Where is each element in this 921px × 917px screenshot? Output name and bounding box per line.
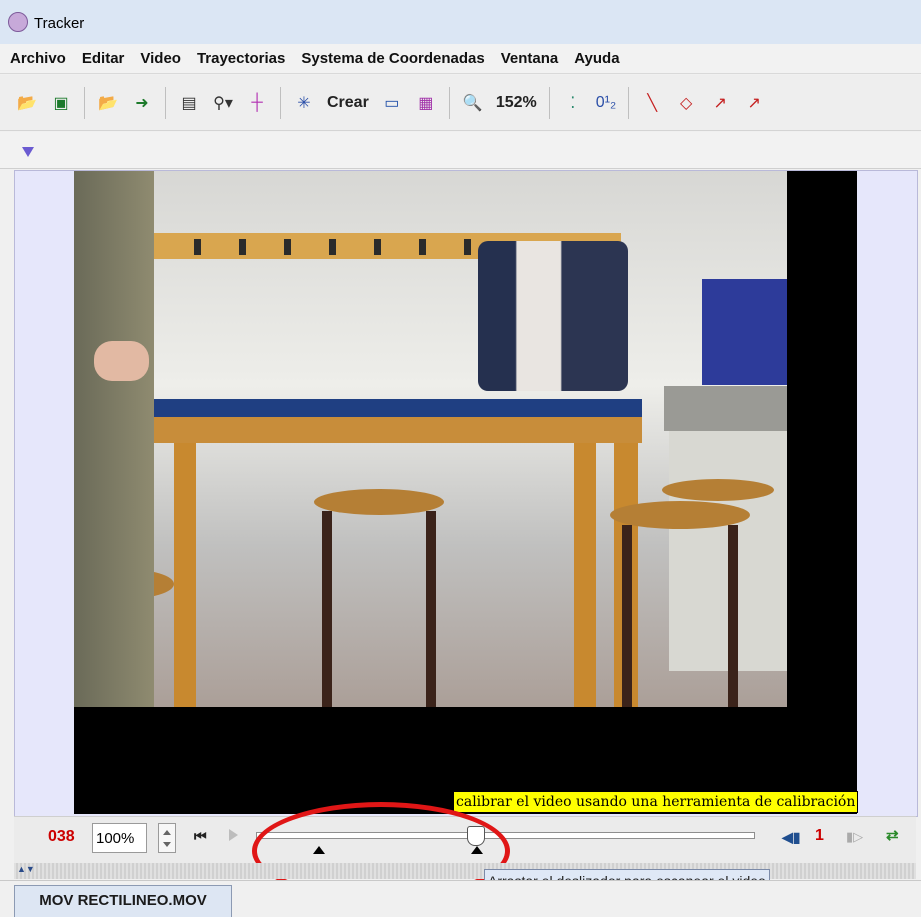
hook: [239, 239, 246, 255]
calibration-tool-icon[interactable]: ⚲▾: [210, 90, 236, 116]
open-folder-icon[interactable]: 📂: [14, 90, 40, 116]
stool-seat: [314, 489, 444, 515]
step-size[interactable]: 1: [815, 827, 824, 845]
rate-spinner[interactable]: [158, 823, 176, 853]
video-frame-image: [74, 171, 787, 707]
playback-rate-field[interactable]: 100%: [92, 823, 147, 853]
toolbar-separator: [628, 86, 630, 119]
frame-number[interactable]: 038: [48, 828, 75, 846]
loop-icon[interactable]: ⇄: [886, 826, 899, 844]
tab-file[interactable]: MOV RECTILINEO.MOV: [14, 885, 232, 917]
calibration-tooltip: calibrar el video usando una herramienta…: [453, 791, 859, 813]
hook: [329, 239, 336, 255]
secondary-bar: [0, 132, 921, 169]
stool-leg: [426, 511, 436, 707]
menu-archivo[interactable]: Archivo: [10, 50, 66, 67]
save-icon[interactable]: ▣: [48, 90, 74, 116]
table-leg: [574, 443, 596, 707]
step-back-icon[interactable]: ◀▮: [782, 829, 800, 846]
panel-splitter[interactable]: [14, 863, 916, 879]
import-icon[interactable]: ➜: [129, 90, 155, 116]
hook: [464, 239, 471, 255]
hook: [194, 239, 201, 255]
stool-seat: [662, 479, 774, 501]
step-forward-icon[interactable]: ▮▷: [846, 829, 863, 845]
magnifier-icon[interactable]: 🔍: [460, 90, 486, 116]
stool-leg: [322, 511, 332, 707]
blue-boxes: [702, 279, 787, 385]
velocity-icon[interactable]: ↗: [707, 90, 733, 116]
person: [74, 171, 154, 707]
menu-ventana[interactable]: Ventana: [501, 50, 559, 67]
table-leg: [174, 443, 196, 707]
menu-ayuda[interactable]: Ayuda: [574, 50, 619, 67]
clip-settings-icon[interactable]: ▤: [176, 90, 202, 116]
tape-measure-icon[interactable]: ▭: [379, 90, 405, 116]
table-top: [74, 399, 642, 419]
title-bar: [0, 0, 921, 45]
spinner-down-icon[interactable]: [163, 842, 171, 847]
create-button[interactable]: Crear: [327, 94, 369, 112]
coordinate-axes-icon[interactable]: ┼: [244, 90, 270, 116]
create-track-icon[interactable]: ✳: [291, 90, 317, 116]
menu-bar: Archivo Editar Video Trayectorias System…: [0, 44, 921, 74]
path-icon[interactable]: ╲: [639, 90, 665, 116]
filter-icon[interactable]: ▦: [413, 90, 439, 116]
menu-sistema-coordenadas[interactable]: Systema de Coordenadas: [301, 50, 484, 67]
hanging-coats: [478, 241, 628, 391]
stool-leg: [622, 525, 632, 707]
person-hand: [94, 341, 149, 381]
skip-to-start-icon[interactable]: ⏮: [194, 828, 207, 845]
position-icon[interactable]: ◇: [673, 90, 699, 116]
counter: [664, 386, 787, 431]
toolbar-separator: [448, 86, 450, 119]
window-title: Tracker: [34, 15, 85, 32]
spinner-up-icon[interactable]: [163, 830, 171, 835]
menu-trayectorias[interactable]: Trayectorias: [197, 50, 285, 67]
open-video-icon[interactable]: 📂: [95, 90, 121, 116]
toolbar: 📂 ▣ 📂 ➜ ▤ ⚲▾ ┼ ✳ Crear ▭ ▦ 🔍 152% ⁚ 0¹₂ …: [0, 75, 921, 131]
menu-video[interactable]: Video: [140, 50, 181, 67]
acceleration-icon[interactable]: ↗: [741, 90, 767, 116]
toolbar-separator: [548, 86, 550, 119]
step-labels-button[interactable]: 0¹₂: [596, 94, 616, 112]
hook: [284, 239, 291, 255]
toolbar-separator: [165, 86, 166, 119]
zoom-level[interactable]: 152%: [496, 94, 537, 112]
play-icon[interactable]: [229, 829, 238, 841]
splitter-arrows-icon[interactable]: ▲▼: [17, 864, 35, 874]
hook: [419, 239, 426, 255]
toolbar-separator: [280, 86, 281, 119]
stool-leg: [728, 525, 738, 707]
dropdown-triangle-icon[interactable]: [22, 147, 34, 157]
table-edge: [74, 417, 642, 443]
tracker-app-icon: [8, 12, 28, 32]
trail-icon[interactable]: ⁚: [560, 90, 586, 116]
menu-editar[interactable]: Editar: [82, 50, 125, 67]
hook: [374, 239, 381, 255]
toolbar-separator: [84, 86, 85, 119]
